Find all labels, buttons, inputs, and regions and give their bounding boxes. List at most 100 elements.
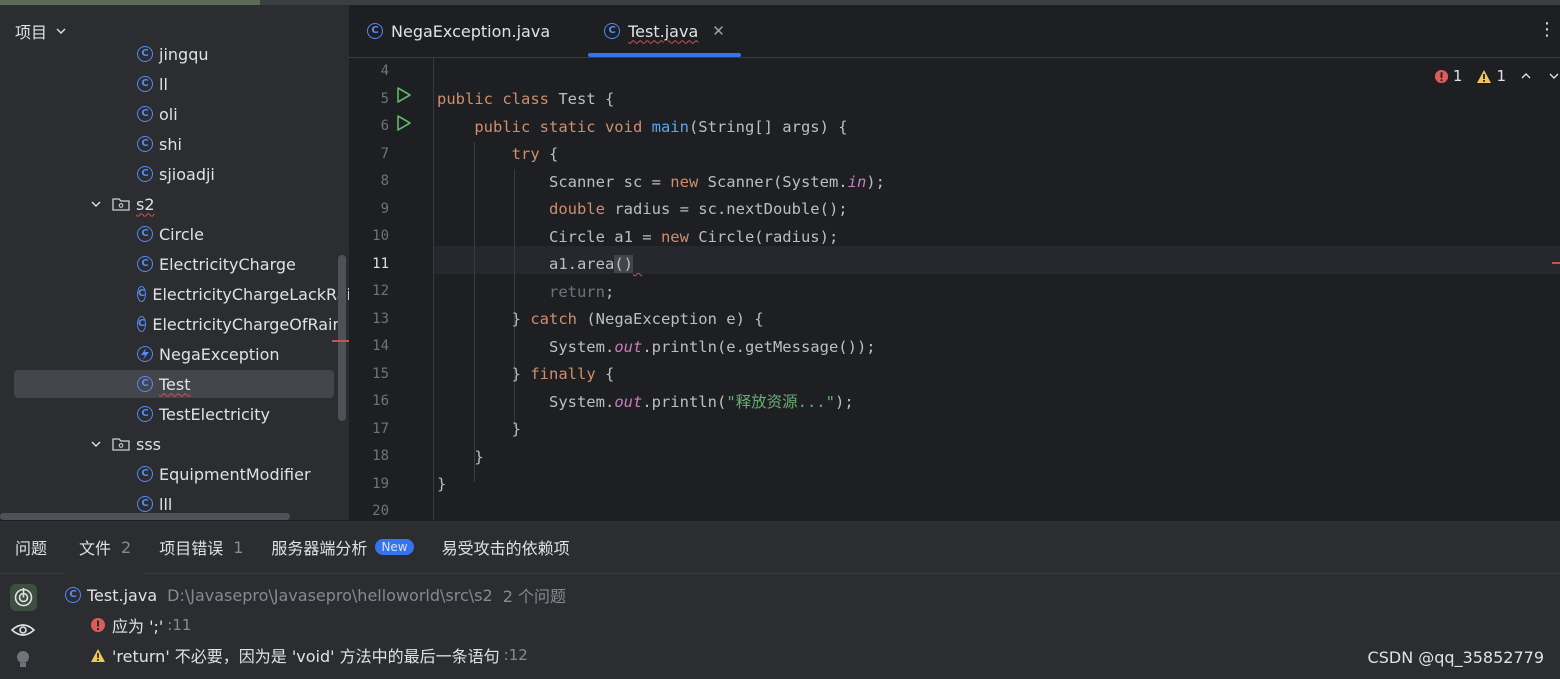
code-area[interactable]: public class Test { public static void m…	[433, 57, 1560, 520]
problem-file-name: Test.java	[87, 585, 158, 605]
tab-file[interactable]: 文件 2	[65, 521, 146, 574]
tree-item-shi[interactable]: Cshi	[0, 129, 340, 159]
line-number: 11	[372, 255, 389, 272]
tab-test[interactable]: C Test.java ✕	[588, 5, 741, 57]
watermark: CSDN @qq_35852779	[1367, 648, 1544, 667]
tab-problems[interactable]: 问题	[0, 521, 65, 573]
line-number: 5	[380, 90, 389, 107]
problems-toolbar	[0, 574, 46, 679]
tree-item-circle[interactable]: C Circle	[0, 219, 340, 249]
chevron-up-icon[interactable]	[1520, 70, 1532, 82]
line-number: 8	[380, 173, 389, 189]
line-number: 9	[380, 200, 389, 217]
tree-item-testelectricity[interactable]: C TestElectricity	[0, 399, 340, 429]
tab-project-errors[interactable]: 项目错误 1	[145, 521, 257, 573]
close-icon[interactable]: ✕	[712, 22, 725, 40]
tab-label: 服务器端分析	[271, 539, 368, 558]
warning-icon	[1477, 69, 1492, 83]
exception-class-icon	[137, 346, 153, 362]
scope-icon[interactable]	[10, 584, 37, 611]
chevron-down-icon[interactable]	[1548, 70, 1560, 82]
error-stripe-marker[interactable]	[1552, 262, 1560, 264]
editor-panel: C NegaException.java C Test.java ✕ ⋮ 4 5 6…	[349, 5, 1560, 520]
class-icon: C	[137, 226, 153, 242]
tree-item-electricitychargelackrai[interactable]: C ElectricityChargeLackRai	[0, 279, 349, 309]
tree-item-label: sss	[136, 434, 162, 454]
problem-line: :12	[503, 646, 528, 664]
lightbulb-icon[interactable]	[15, 650, 31, 676]
tree-item-s2[interactable]: s2	[0, 189, 340, 219]
tree-item-label: s2	[136, 194, 155, 214]
class-icon: C	[137, 316, 147, 332]
class-icon: C	[137, 256, 153, 272]
tab-label: NegaException.java	[391, 21, 551, 41]
tab-count: 1	[233, 537, 244, 557]
warning-count: 1	[1496, 67, 1506, 85]
package-folder-icon	[112, 198, 130, 211]
line-number: 6	[380, 118, 389, 134]
line-number: 19	[372, 475, 389, 492]
tab-vulnerable-deps[interactable]: 易受攻击的依赖项	[428, 521, 584, 573]
tree-item-electricitychargeofrain[interactable]: C ElectricityChargeOfRain	[0, 309, 343, 339]
warning-icon	[91, 648, 105, 662]
eye-icon[interactable]	[10, 620, 36, 644]
code-line-8: Scanner sc = new Scanner(System.in);	[437, 173, 885, 191]
tree-item-label: jingqu	[159, 44, 209, 64]
tree-item-ll[interactable]: Cll	[0, 69, 340, 99]
class-icon: C	[367, 23, 383, 39]
package-folder-icon	[112, 438, 130, 451]
tree-item-sjioadji[interactable]: Csjioadji	[0, 159, 340, 189]
class-icon: C	[604, 23, 621, 39]
tab-label: 问题	[15, 539, 48, 558]
code-line-13: } catch (NegaException e) {	[437, 310, 764, 328]
tree-item-label: ll	[159, 74, 168, 94]
line-number: 4	[380, 63, 389, 79]
tree-item-oli[interactable]: Coli	[0, 99, 340, 129]
project-scrollbar-vertical[interactable]	[338, 255, 346, 421]
chevron-down-icon[interactable]	[90, 438, 102, 450]
inspection-widget[interactable]: 1 1	[1434, 67, 1560, 85]
tree-item-label: ElectricityChargeLackRai	[152, 284, 349, 304]
code-line-16: System.out.println("释放资源...");	[437, 393, 854, 411]
code-line-15: } finally {	[437, 365, 615, 383]
line-number: 15	[372, 365, 389, 382]
code-line-7: try {	[511, 145, 559, 163]
tree-item-electricitycharge[interactable]: C ElectricityCharge	[0, 249, 340, 279]
problem-item[interactable]: 'return' 不必要，因为是 'void' 方法中的最后一条语句 :12	[90, 640, 528, 670]
tab-server-analysis[interactable]: 服务器端分析 New	[257, 521, 427, 573]
tree-item-negaexception[interactable]: NegaException	[0, 339, 340, 369]
error-marker	[332, 340, 349, 342]
tree-item-test[interactable]: C Test	[0, 369, 340, 399]
line-number: 7	[380, 145, 389, 162]
chevron-down-icon[interactable]	[55, 25, 67, 37]
editor-tabbar: C NegaException.java C Test.java ✕ ⋮	[349, 5, 1560, 58]
problem-file-path: D:\Javasepro\Javasepro\helloworld\src\s2	[167, 585, 493, 605]
problems-tabbar: 问题 文件 2 项目错误 1 服务器端分析 New 易受攻击的依赖项	[0, 521, 1560, 574]
tree-item-label: Circle	[159, 224, 204, 244]
project-scrollbar-horizontal[interactable]	[0, 513, 290, 520]
project-tree: Cjingqu Cll Coli Cshi Csjioadji s2 C Circle C Ele…	[0, 42, 349, 520]
problem-file-row[interactable]: C Test.java D:\Javasepro\Javasepro\hello…	[65, 580, 566, 610]
problem-item[interactable]: 应为 ';' :11	[90, 610, 191, 640]
tab-negaexception[interactable]: C NegaException.java	[351, 5, 566, 57]
code-line-14: System.out.println(e.getMessage());	[437, 338, 876, 356]
line-number: 14	[372, 338, 389, 354]
tab-label: Test.java	[628, 21, 699, 41]
code-line-17: }	[437, 420, 521, 438]
run-icon[interactable]	[396, 86, 412, 104]
run-icon[interactable]	[396, 114, 412, 132]
project-title: 项目	[15, 23, 48, 42]
code-line-12: return;	[548, 283, 615, 301]
line-number: 20	[372, 503, 389, 519]
tree-item-jingqu[interactable]: Cjingqu	[0, 42, 340, 69]
chevron-down-icon[interactable]	[90, 198, 102, 210]
problem-line: :11	[167, 616, 192, 634]
line-gutter: 4 5 6 7 8 9 10 11 12 13 14 15 16 17 18 19 20	[349, 57, 433, 520]
error-icon	[1434, 69, 1448, 83]
more-vertical-icon[interactable]: ⋮	[1538, 19, 1556, 40]
tree-item-label: shi	[159, 134, 182, 154]
tree-item-equipmentmodifier[interactable]: C EquipmentModifier	[0, 459, 340, 489]
tab-label: 易受攻击的依赖项	[441, 539, 570, 558]
code-line-6: public static void main(String[] args) {	[474, 118, 848, 136]
tree-item-sss[interactable]: sss	[0, 429, 340, 459]
